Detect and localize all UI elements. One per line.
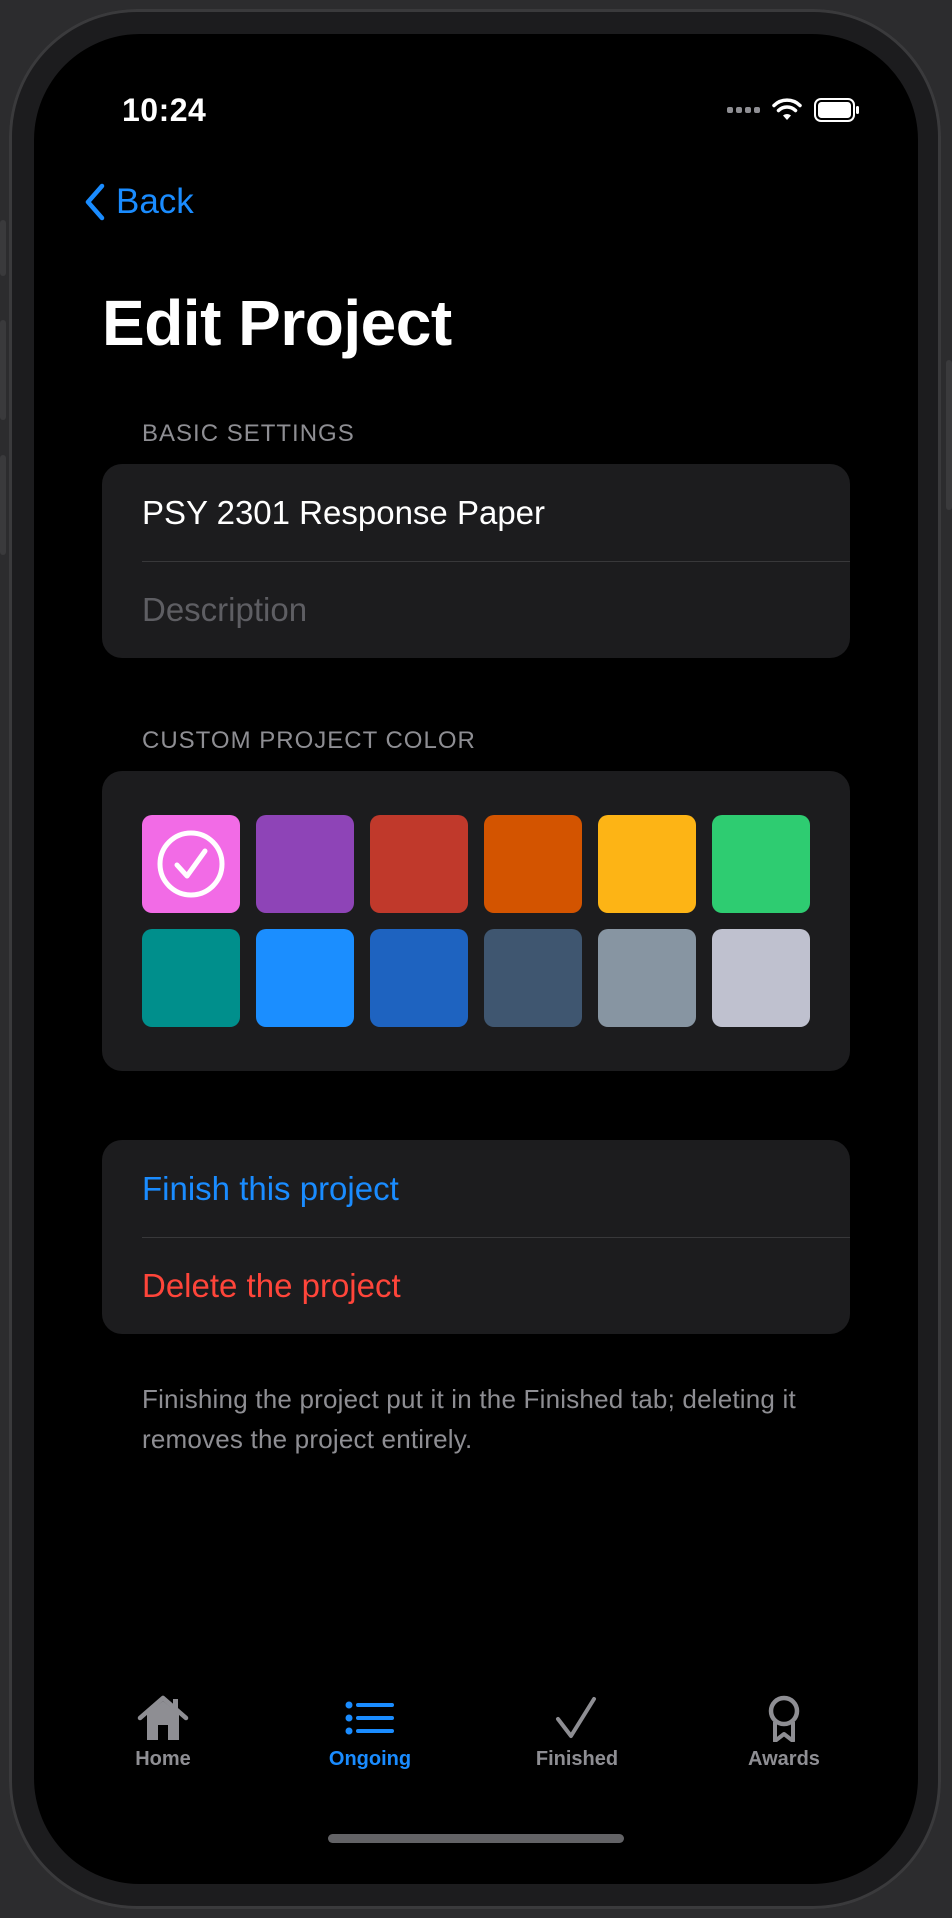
- wifi-icon: [772, 98, 802, 120]
- tab-finished-label: Finished: [535, 1748, 619, 1770]
- side-button-left-top: [0, 220, 6, 276]
- actions-footnote: Finishing the project put it in the Fini…: [142, 1384, 796, 1454]
- project-description-input[interactable]: [142, 590, 802, 629]
- color-swatch[interactable]: [712, 929, 810, 1027]
- color-swatch[interactable]: [598, 815, 696, 913]
- tab-awards-label: Awards: [748, 1748, 820, 1770]
- cellular-signal-icon: [727, 107, 760, 113]
- color-swatch-selected[interactable]: [142, 815, 240, 913]
- color-swatch[interactable]: [484, 929, 582, 1027]
- color-swatch-grid: [142, 815, 810, 1027]
- rosette-icon: [768, 1695, 800, 1742]
- finish-project-button[interactable]: Finish this project: [102, 1140, 850, 1237]
- project-name-input[interactable]: [142, 493, 802, 532]
- screen: 10:24 Back Edit Project BASIC SETTINGS C…: [34, 34, 918, 1884]
- back-button[interactable]: Back: [84, 182, 194, 222]
- tab-finished[interactable]: Finished: [502, 1694, 652, 1771]
- color-swatch[interactable]: [370, 929, 468, 1027]
- tab-bar: Home Ongoing Finished Awards: [34, 1694, 918, 1794]
- tab-ongoing-label: Ongoing: [328, 1748, 412, 1770]
- battery-icon: [814, 98, 859, 122]
- basic-settings-card: [102, 464, 850, 658]
- status-time: 10:24: [122, 92, 207, 128]
- tab-awards[interactable]: Awards: [709, 1694, 859, 1771]
- color-swatch[interactable]: [484, 815, 582, 913]
- house-icon: [137, 1695, 189, 1740]
- basic-settings-header: BASIC SETTINGS: [142, 420, 355, 447]
- checkmark-icon: [556, 1697, 596, 1738]
- page-title: Edit Project: [102, 287, 452, 359]
- tab-ongoing[interactable]: Ongoing: [295, 1694, 445, 1771]
- color-swatch[interactable]: [256, 929, 354, 1027]
- project-name-row: [102, 464, 850, 561]
- back-label: Back: [116, 182, 194, 221]
- custom-color-header: CUSTOM PROJECT COLOR: [142, 727, 476, 754]
- color-swatch[interactable]: [256, 815, 354, 913]
- project-description-row: [102, 561, 850, 658]
- delete-project-button[interactable]: Delete the project: [102, 1237, 850, 1334]
- color-swatch[interactable]: [598, 929, 696, 1027]
- side-button-right: [946, 360, 952, 510]
- color-swatch[interactable]: [142, 929, 240, 1027]
- color-picker-card: [102, 771, 850, 1071]
- side-button-left-low: [0, 455, 6, 555]
- tab-home[interactable]: Home: [88, 1694, 238, 1771]
- color-swatch[interactable]: [712, 815, 810, 913]
- project-actions-card: Finish this project Delete the project: [102, 1140, 850, 1334]
- chevron-left-icon: [85, 183, 105, 221]
- list-icon: [345, 1701, 394, 1735]
- home-indicator: [328, 1834, 624, 1843]
- checkmark-circle-icon: [157, 830, 225, 898]
- color-swatch[interactable]: [370, 815, 468, 913]
- tab-home-label: Home: [135, 1748, 191, 1770]
- side-button-left-mid: [0, 320, 6, 420]
- status-icons: [727, 98, 860, 122]
